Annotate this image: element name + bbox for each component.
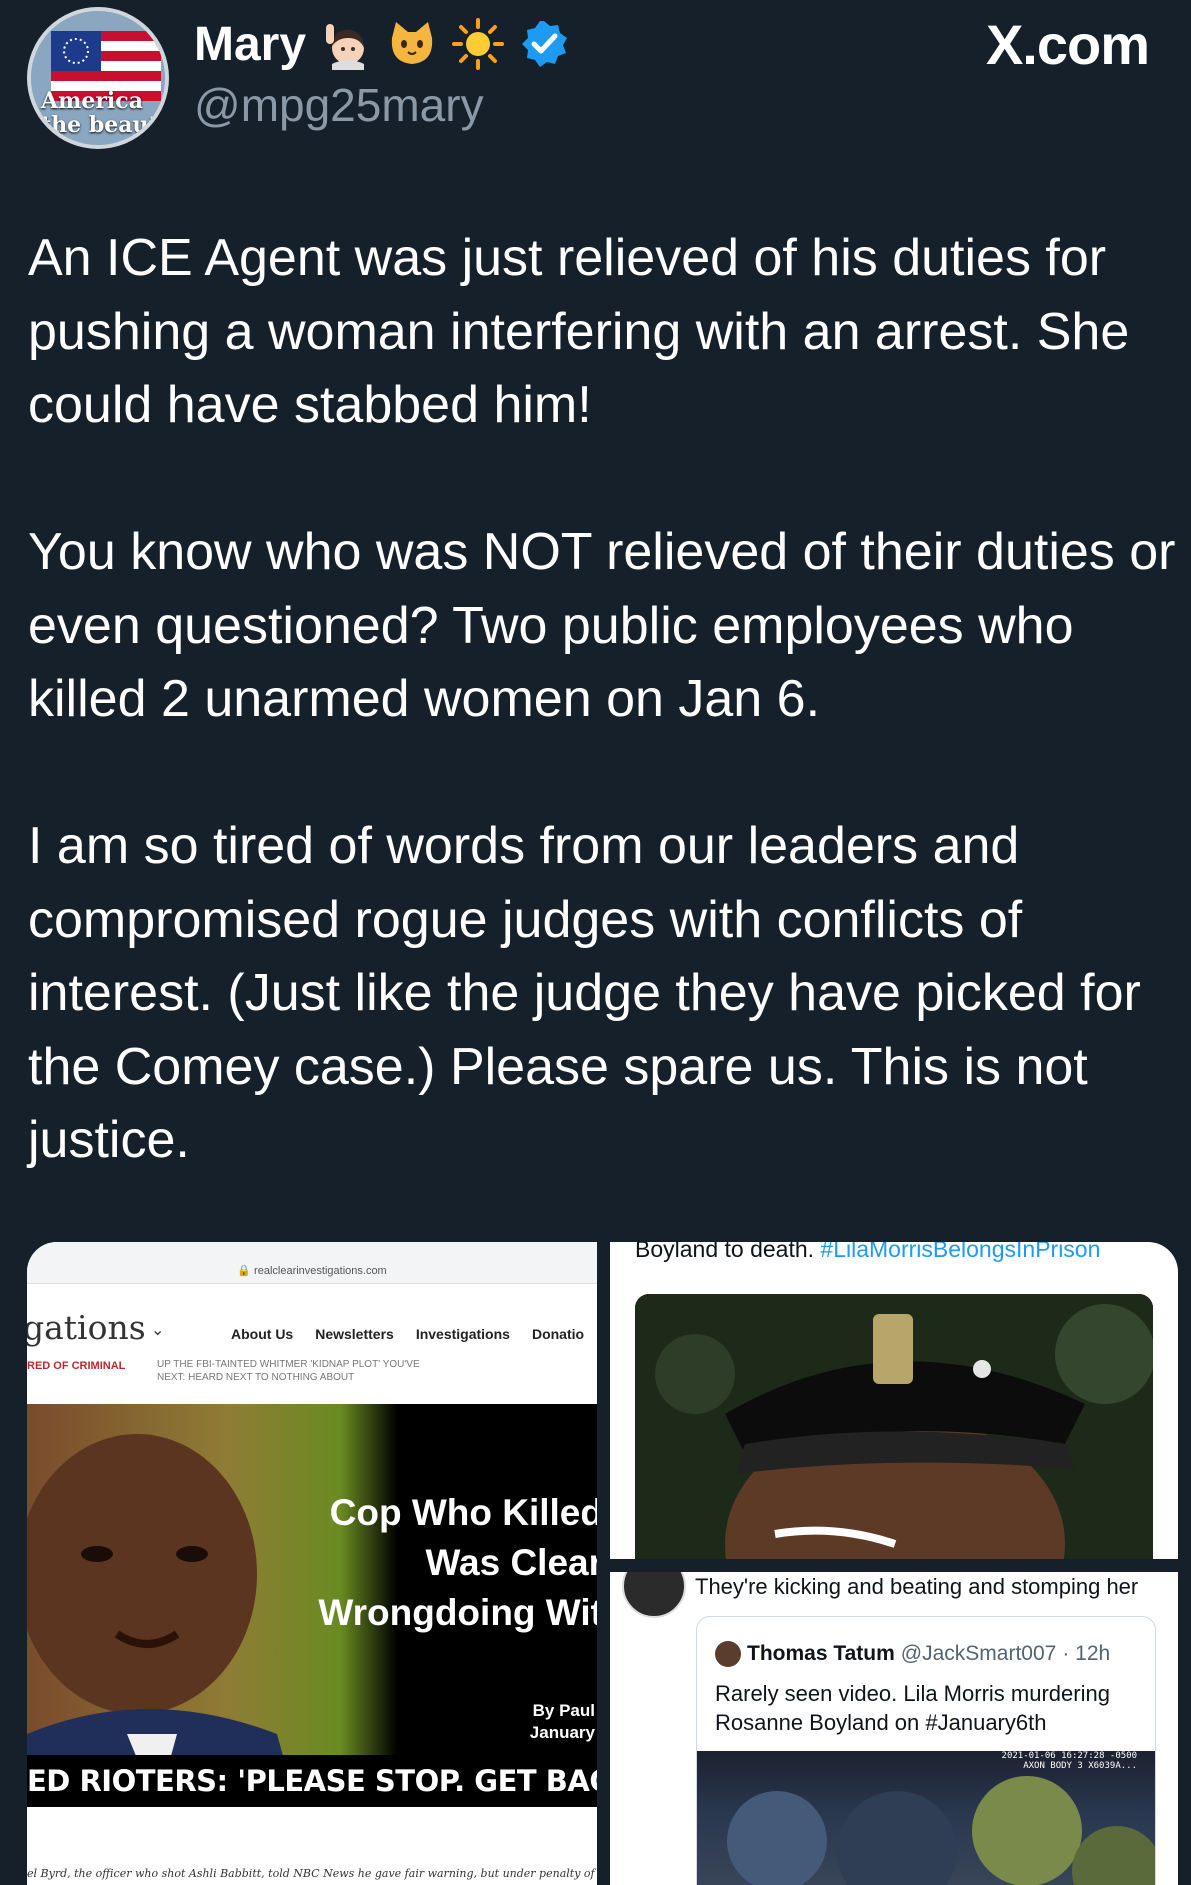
tweet-text: An ICE Agent was just relieved of his du… (28, 222, 1178, 1178)
embedded-tweet-text: Boyland to death. #LilaMorrisBelongsInPr… (635, 1242, 1100, 1263)
site-link: About Us (231, 1326, 294, 1342)
x-brand-logo: X.com (985, 13, 1150, 76)
bodycam-stamp-line: 2021-01-06 16:27:28 -0500 (1001, 1751, 1137, 1761)
video-title: Cop Who Killed Was Clear Wrongdoing Wit (273, 1488, 597, 1638)
video-frame: Cop Who Killed Was Clear Wrongdoing Wit … (27, 1404, 597, 1807)
bodycam-timestamp: 2021-01-06 16:27:28 -0500 AXON BODY 3 X6… (1002, 1751, 1137, 1771)
embedded-tweet-text: They're kicking and beating and stomping… (695, 1574, 1139, 1599)
video-title-line: Wrongdoing Wit (318, 1592, 597, 1633)
tweet-paragraph: An ICE Agent was just relieved of his du… (28, 229, 1130, 434)
quoted-handle: @JackSmart007 (900, 1642, 1057, 1665)
bodycam-image (727, 1776, 1155, 1885)
media-image-article[interactable]: 🔒 realclearinvestigations.com gations ⌄ … (27, 1242, 597, 1885)
sun-emoji (452, 18, 505, 70)
site-nav: gations ⌄ About Us Newsletters Investiga… (27, 1284, 597, 1402)
verified-badge-icon[interactable] (518, 18, 570, 70)
browser-url-bar: 🔒 realclearinvestigations.com (27, 1242, 597, 1284)
site-logo: gations (27, 1308, 146, 1347)
woman-raising-hand-emoji (326, 24, 365, 70)
profile-avatar[interactable]: America the beautiful (27, 7, 169, 149)
ticker-line: NEXT: HEARD NEXT TO NOTHING ABOUT (157, 1372, 355, 1383)
quoted-time: · 12h (1062, 1642, 1111, 1665)
byline-line: By Paul (532, 1701, 595, 1720)
video-banner: ED RIOTERS: 'PLEASE STOP. GET BACK.' (27, 1755, 597, 1807)
tweet-paragraph: I am so tired of words from our leaders … (28, 817, 1141, 1169)
name-row: Mary (194, 12, 570, 76)
media-image-quote-tweet[interactable]: They're kicking and beating and stomping… (610, 1572, 1178, 1885)
hashtag-link: #LilaMorrisBelongsInPrison (820, 1242, 1101, 1262)
embedded-text: Boyland to death. (635, 1242, 815, 1262)
quoted-tweet-header: Thomas Tatum @JackSmart007 · 12h (715, 1641, 1110, 1667)
avatar-caption-line: America (41, 88, 143, 114)
tweet-paragraph: You know who was NOT relieved of their d… (28, 523, 1176, 728)
quoted-name: Thomas Tatum (747, 1642, 895, 1665)
media-image-officer[interactable]: Boyland to death. #LilaMorrisBelongsInPr… (610, 1242, 1178, 1559)
article-caption: el Byrd, the officer who shot Ashli Babb… (27, 1867, 597, 1880)
cat-face-emoji (391, 22, 433, 64)
bodycam-video: 2021-01-06 16:27:28 -0500 AXON BODY 3 X6… (697, 1751, 1155, 1885)
display-name[interactable]: Mary (194, 17, 306, 72)
embedded-avatar (622, 1572, 686, 1618)
officer-photo-image (635, 1294, 1153, 1559)
quoted-body-line: Rosanne Boyland on #January6th (715, 1710, 1047, 1735)
red-tag: RED OF CRIMINAL (27, 1360, 126, 1372)
site-link: Newsletters (315, 1326, 394, 1342)
video-byline: By Paul January (530, 1700, 595, 1744)
avatar-caption: America the beautiful (41, 88, 167, 138)
site-link: Donatio (531, 1326, 585, 1342)
video-title-line: Was Clear (425, 1542, 597, 1583)
user-handle[interactable]: @mpg25mary (194, 78, 484, 132)
ticker: UP THE FBI-TAINTED WHITMER 'KIDNAP PLOT'… (157, 1358, 420, 1384)
video-title-line: Cop Who Killed (329, 1492, 597, 1533)
site-link: Investigations (415, 1326, 510, 1342)
avatar-caption-line: the beautiful (41, 112, 167, 138)
quoted-body-line: Rarely seen video. Lila Morris murdering (715, 1681, 1110, 1706)
ticker-line: UP THE FBI-TAINTED WHITMER 'KIDNAP PLOT'… (157, 1359, 420, 1370)
quoted-tweet: Thomas Tatum @JackSmart007 · 12h Rarely … (696, 1616, 1156, 1885)
quoted-avatar (715, 1641, 741, 1667)
byline-line: January (529, 1723, 595, 1742)
url-text: realclearinvestigations.com (254, 1265, 387, 1277)
chevron-down-icon: ⌄ (151, 1322, 165, 1339)
lock-icon: 🔒 (237, 1265, 251, 1277)
site-links: About Us Newsletters Investigations Dona… (231, 1326, 584, 1342)
officer-photo (635, 1294, 1153, 1559)
quoted-body: Rarely seen video. Lila Morris murdering… (715, 1679, 1110, 1737)
bodycam-stamp-line: AXON BODY 3 X6039A... (1023, 1761, 1137, 1771)
